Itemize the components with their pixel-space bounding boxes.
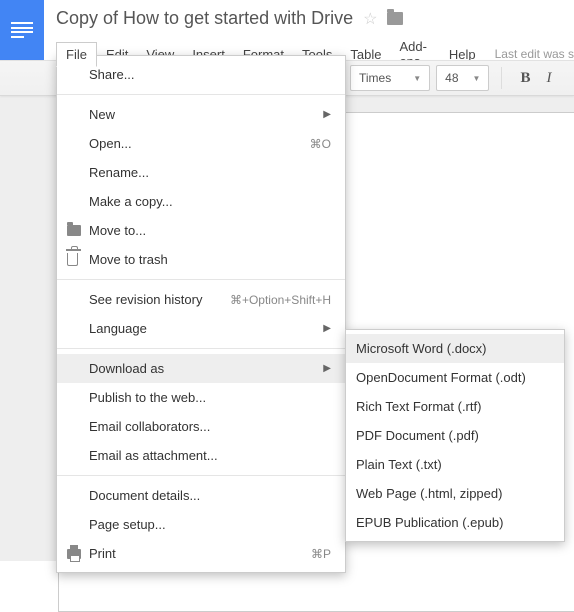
shortcut-hint: ⌘P <box>311 547 331 561</box>
chevron-down-icon: ▼ <box>413 74 421 83</box>
shortcut-hint: ⌘O <box>310 137 331 151</box>
font-select[interactable]: Times ▼ <box>350 65 430 91</box>
menu-item-rename[interactable]: Rename... <box>57 158 345 187</box>
print-icon <box>67 549 81 559</box>
font-size: 48 <box>445 71 458 85</box>
separator <box>501 67 502 89</box>
trash-icon <box>67 253 78 266</box>
italic-button[interactable]: I <box>542 70 555 87</box>
download-txt[interactable]: Plain Text (.txt) <box>346 450 564 479</box>
download-html[interactable]: Web Page (.html, zipped) <box>346 479 564 508</box>
separator <box>57 348 345 349</box>
header: Copy of How to get started with Drive ☆ … <box>0 0 574 60</box>
menu-item-revision-history[interactable]: See revision history ⌘+Option+Shift+H <box>57 285 345 314</box>
docs-logo[interactable] <box>0 0 44 60</box>
menu-item-email-collaborators[interactable]: Email collaborators... <box>57 412 345 441</box>
menu-item-make-copy[interactable]: Make a copy... <box>57 187 345 216</box>
submenu-arrow-icon: ▶ <box>323 109 331 120</box>
menu-item-language[interactable]: Language ▶ <box>57 314 345 343</box>
font-size-select[interactable]: 48 ▼ <box>436 65 489 91</box>
download-docx[interactable]: Microsoft Word (.docx) <box>346 334 564 363</box>
folder-icon[interactable] <box>387 12 403 25</box>
download-pdf[interactable]: PDF Document (.pdf) <box>346 421 564 450</box>
submenu-arrow-icon: ▶ <box>323 323 331 334</box>
menu-item-download-as[interactable]: Download as ▶ <box>57 354 345 383</box>
menu-item-email-attachment[interactable]: Email as attachment... <box>57 441 345 470</box>
separator <box>57 475 345 476</box>
document-title[interactable]: Copy of How to get started with Drive <box>56 8 353 29</box>
file-menu: Share... New ▶ Open... ⌘O Rename... Make… <box>56 55 346 573</box>
menu-item-publish[interactable]: Publish to the web... <box>57 383 345 412</box>
title-row: Copy of How to get started with Drive ☆ <box>56 8 574 29</box>
menu-item-share[interactable]: Share... <box>57 60 345 89</box>
menu-item-new[interactable]: New ▶ <box>57 100 345 129</box>
separator <box>57 279 345 280</box>
download-as-submenu: Microsoft Word (.docx) OpenDocument Form… <box>345 329 565 542</box>
folder-icon <box>67 225 81 236</box>
menu-item-move-to[interactable]: Move to... <box>57 216 345 245</box>
chevron-down-icon: ▼ <box>473 74 481 83</box>
menu-item-document-details[interactable]: Document details... <box>57 481 345 510</box>
download-rtf[interactable]: Rich Text Format (.rtf) <box>346 392 564 421</box>
shortcut-hint: ⌘+Option+Shift+H <box>230 293 331 307</box>
download-odt[interactable]: OpenDocument Format (.odt) <box>346 363 564 392</box>
separator <box>57 94 345 95</box>
bold-button[interactable]: B <box>514 70 536 87</box>
menu-item-move-to-trash[interactable]: Move to trash <box>57 245 345 274</box>
menu-item-open[interactable]: Open... ⌘O <box>57 129 345 158</box>
menu-file[interactable]: File <box>56 42 97 67</box>
submenu-arrow-icon: ▶ <box>323 363 331 374</box>
menu-item-print[interactable]: Print ⌘P <box>57 539 345 568</box>
docs-logo-icon <box>11 22 33 38</box>
menu-item-page-setup[interactable]: Page setup... <box>57 510 345 539</box>
font-name: Times <box>359 71 391 85</box>
star-icon[interactable]: ☆ <box>363 9 377 29</box>
download-epub[interactable]: EPUB Publication (.epub) <box>346 508 564 537</box>
